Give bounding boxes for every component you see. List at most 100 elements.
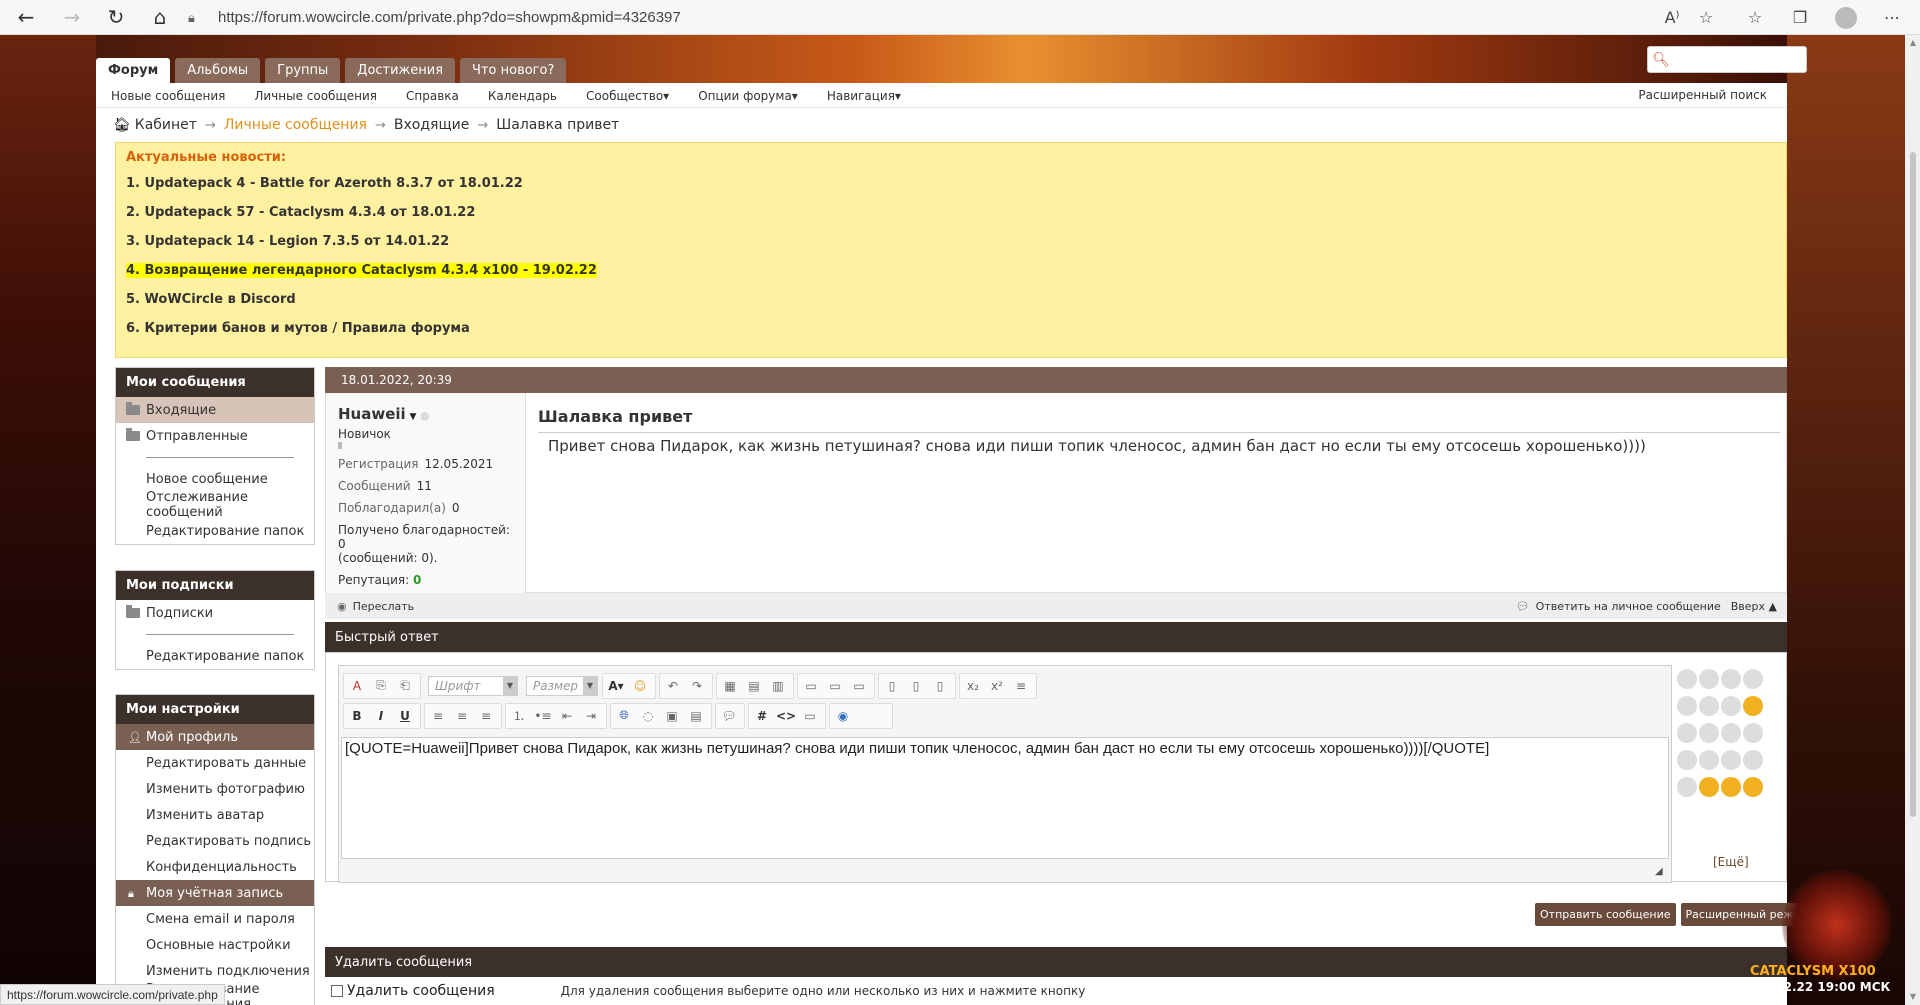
sidebar-item-change-photo[interactable]: Изменить фотографию	[116, 776, 314, 802]
nav-private-messages[interactable]: Личные сообщения	[254, 89, 377, 103]
php-icon[interactable]: ▭	[799, 705, 821, 727]
numbered-list-icon[interactable]: ⒈	[508, 705, 530, 727]
smiley-icon[interactable]	[1677, 750, 1697, 770]
redo-icon[interactable]: ↷	[686, 675, 708, 697]
news-item-highlighted[interactable]: 4. Возвращение легендарного Cataclysm 4.…	[126, 262, 1776, 291]
smiley-icon[interactable]	[1677, 669, 1697, 689]
smiley-icon[interactable]	[1743, 777, 1763, 797]
sidebar-item-connections[interactable]: Изменить подключения	[116, 958, 314, 984]
insert-col-left-icon[interactable]: ▯	[881, 675, 903, 697]
align-right-icon[interactable]: ≡	[475, 705, 497, 727]
undo-icon[interactable]: ↶	[662, 675, 684, 697]
smiley-icon[interactable]	[1743, 750, 1763, 770]
address-bar[interactable]: 🔒︎ https://forum.wowcircle.com/private.p…	[188, 4, 1748, 31]
horizontal-rule-icon[interactable]: ≡	[1010, 675, 1032, 697]
image-icon[interactable]: ▣	[661, 705, 683, 727]
paste-icon[interactable]: ⎘	[370, 675, 392, 697]
forward-icon[interactable]: →	[52, 0, 92, 35]
sidebar-item-edit-signature[interactable]: Редактировать подпись	[116, 828, 314, 854]
bold-icon[interactable]: B	[346, 705, 368, 727]
subscript-icon[interactable]: x₂	[962, 675, 984, 697]
advanced-search-link[interactable]: Расширенный поиск	[1638, 88, 1767, 102]
delete-col-icon[interactable]: ▯	[929, 675, 951, 697]
favorites-icon[interactable]: ☆	[1735, 0, 1775, 35]
smiley-icon[interactable]	[1699, 669, 1719, 689]
underline-icon[interactable]: U	[394, 705, 416, 727]
table-delete-icon[interactable]: ▥	[767, 675, 789, 697]
sidebar-item-sent[interactable]: Отправленные	[116, 423, 314, 449]
search-icon[interactable]: 🔍︎	[1652, 52, 1670, 68]
nav-help[interactable]: Справка	[406, 89, 459, 103]
forward-button[interactable]: ◉ Переслать	[337, 600, 414, 613]
tab-groups[interactable]: Группы	[265, 58, 341, 83]
smiley-icon[interactable]	[1721, 750, 1741, 770]
nav-forum-options-dropdown[interactable]: Опции форума▾	[698, 89, 798, 103]
font-select[interactable]: Шрифт ▼	[428, 675, 518, 696]
home-icon[interactable]: 🏠︎	[113, 117, 131, 133]
link-icon[interactable]: 🌐︎	[613, 705, 635, 727]
sidebar-item-new-message[interactable]: Новое сообщение	[116, 466, 314, 492]
breadcrumb-inbox[interactable]: Входящие	[394, 117, 469, 133]
profile-avatar[interactable]	[1826, 0, 1866, 35]
smiley-icon[interactable]	[1743, 669, 1763, 689]
hash-icon[interactable]: #	[751, 705, 773, 727]
sidebar-item-privacy[interactable]: Конфиденциальность	[116, 854, 314, 880]
collections-icon[interactable]: ❐	[1780, 0, 1820, 35]
tab-forum[interactable]: Форум	[96, 58, 171, 83]
smiley-icon[interactable]	[1721, 777, 1741, 797]
smiley-icon[interactable]	[1699, 777, 1719, 797]
nav-new-posts[interactable]: Новые сообщения	[111, 89, 225, 103]
chevron-down-icon[interactable]: ▼	[410, 412, 417, 422]
scroll-down-icon[interactable]: ▼	[1908, 992, 1918, 1001]
breadcrumb-private-messages[interactable]: Личные сообщения	[224, 117, 367, 133]
sidebar-item-edit-folders[interactable]: Редактирование папок	[116, 643, 314, 669]
size-select[interactable]: Размер ▼	[526, 675, 598, 696]
resize-handle-icon[interactable]: ◢	[1655, 866, 1667, 878]
sidebar-section-account[interactable]: 🔒︎ Моя учётная запись	[116, 880, 314, 906]
sidebar-item-change-avatar[interactable]: Изменить аватар	[116, 802, 314, 828]
sidebar-item-edit-data[interactable]: Редактировать данные	[116, 750, 314, 776]
menu-icon[interactable]: ⋯	[1872, 0, 1912, 35]
send-message-button[interactable]: Отправить сообщение	[1535, 903, 1676, 926]
text-color-icon[interactable]: A▾	[605, 675, 627, 697]
smiley-icon[interactable]: ☺	[629, 675, 651, 697]
paste-text-icon[interactable]: ⎗	[394, 675, 416, 697]
smiley-icon[interactable]	[1677, 696, 1697, 716]
back-icon[interactable]: ←	[6, 0, 46, 35]
promo-badge[interactable]: CATACLYSM X100 19.02.22 19:00 МСК	[1742, 860, 1902, 1000]
outdent-icon[interactable]: ⇤	[556, 705, 578, 727]
author-name[interactable]: Huaweii	[338, 405, 406, 423]
spoiler-icon[interactable]: ◉	[832, 705, 854, 727]
home-icon[interactable]: ⌂	[140, 0, 180, 35]
scroll-thumb[interactable]	[1910, 152, 1916, 817]
news-item[interactable]: 1. Updatepack 4 - Battle for Azeroth 8.3…	[126, 175, 1776, 204]
superscript-icon[interactable]: x²	[986, 675, 1008, 697]
nav-community-dropdown[interactable]: Сообщество▾	[586, 89, 669, 103]
back-to-top-button[interactable]: Вверх ▲	[1731, 600, 1777, 613]
smiley-icon[interactable]	[1699, 723, 1719, 743]
breadcrumb-cabinet[interactable]: Кабинет	[135, 117, 197, 133]
delete-checkbox[interactable]	[331, 985, 343, 997]
remove-format-icon[interactable]: A	[346, 675, 368, 697]
nav-calendar[interactable]: Календарь	[488, 89, 557, 103]
smiley-icon[interactable]	[1699, 750, 1719, 770]
video-icon[interactable]: ▤	[685, 705, 707, 727]
bullet-list-icon[interactable]: •≡	[532, 705, 554, 727]
tab-whats-new[interactable]: Что нового?	[460, 58, 567, 83]
table-icon[interactable]: ▦	[719, 675, 741, 697]
warning-icon[interactable]	[1743, 696, 1763, 716]
insert-row-above-icon[interactable]: ▭	[800, 675, 822, 697]
smiley-icon[interactable]	[1721, 723, 1741, 743]
sidebar-item-email-password[interactable]: Смена email и пароля	[116, 906, 314, 932]
message-textarea[interactable]: [QUOTE=Huaweii]Привет снова Пидарок, как…	[341, 737, 1669, 859]
delete-row-icon[interactable]: ▭	[848, 675, 870, 697]
unlink-icon[interactable]: ◌	[637, 705, 659, 727]
reload-icon[interactable]: ↻	[96, 0, 136, 35]
table-row-icon[interactable]: ▤	[743, 675, 765, 697]
smiley-icon[interactable]	[1743, 723, 1763, 743]
news-item[interactable]: 5. WoWCircle в Discord	[126, 291, 1776, 320]
sidebar-item-inbox[interactable]: Входящие	[116, 397, 314, 423]
smiley-icon[interactable]	[1699, 696, 1719, 716]
sidebar-item-subscriptions[interactable]: Подписки	[116, 600, 314, 626]
insert-col-right-icon[interactable]: ▯	[905, 675, 927, 697]
